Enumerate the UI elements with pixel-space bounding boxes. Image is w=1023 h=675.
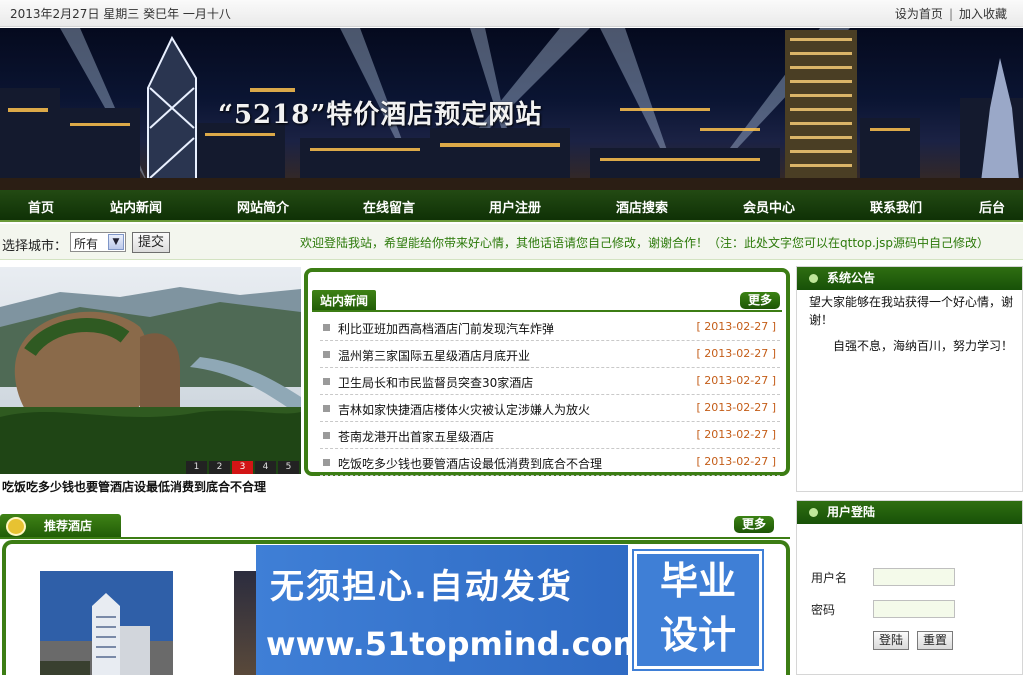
nav-item-member[interactable]: 会员中心 — [743, 197, 795, 216]
slideshow-image — [0, 267, 301, 474]
news-row[interactable]: 利比亚班加西高档酒店门前发现汽车炸弹 [ 2013-02-27 ] — [320, 314, 780, 341]
news-title: 站内新闻 — [312, 290, 377, 312]
slideshow-caption[interactable]: 吃饭吃多少钱也要管酒店设最低消费到底合不合理 — [2, 478, 266, 495]
banner: “5218”特价酒店预定网站 — [0, 28, 1023, 190]
slideshow-page-3[interactable]: 3 — [232, 461, 253, 474]
city-bar: 选择城市： 所有 ▼ 提交 欢迎登陆我站，希望能给你带来好心情，其他话语请您自己… — [0, 224, 1023, 260]
top-link-separator: | — [948, 7, 953, 21]
nav-item-hotel-search[interactable]: 酒店搜索 — [616, 197, 668, 216]
notice-bullet-icon — [809, 274, 818, 283]
main-nav: 首页 站内新闻 网站简介 在线留言 用户注册 酒店搜索 会员中心 联系我们 后台 — [0, 190, 1023, 222]
news-row-title[interactable]: 利比亚班加西高档酒店门前发现汽车炸弹 — [338, 320, 554, 337]
news-row-date: [ 2013-02-27 ] — [696, 401, 776, 414]
hotel-image[interactable] — [40, 571, 173, 675]
news-panel: 站内新闻 更多 利比亚班加西高档酒店门前发现汽车炸弹 [ 2013-02-27 ]… — [304, 268, 790, 476]
news-row-date: [ 2013-02-27 ] — [696, 320, 776, 333]
login-title: 用户登陆 — [827, 505, 876, 519]
news-divider — [312, 310, 782, 312]
recommend-title: 推荐酒店 — [44, 519, 93, 533]
notice-panel: 系统公告 望大家能够在我站获得一个好心情，谢谢！ 自强不息，海纳百川，努力学习！ — [796, 266, 1023, 492]
top-links: 设为首页 | 加入收藏 — [895, 5, 1007, 22]
recommend-tab: 推荐酒店 — [0, 514, 121, 539]
username-input[interactable] — [873, 568, 955, 586]
news-row-date: [ 2013-02-27 ] — [696, 374, 776, 387]
password-label: 密码 — [811, 603, 836, 617]
notice-line-2: 自强不息，海纳百川，努力学习！ — [833, 339, 1014, 353]
ad-url: www.51topmind.com — [266, 625, 646, 663]
reset-button[interactable]: 重置 — [917, 631, 954, 650]
nav-item-home[interactable]: 首页 — [28, 197, 54, 216]
bullet-icon — [323, 459, 330, 466]
login-button[interactable]: 登陆 — [873, 631, 910, 650]
ad-badge: 毕业 设计 — [632, 549, 764, 671]
news-row-title[interactable]: 吉林如家快捷酒店楼体火灾被认定涉嫌人为放火 — [338, 401, 590, 418]
ad-badge-line-1: 毕业 — [659, 559, 736, 603]
news-row-date: [ 2013-02-27 ] — [696, 347, 776, 360]
add-favorite-link[interactable]: 加入收藏 — [959, 7, 1007, 21]
news-row-title[interactable]: 卫生局长和市民监督员突查30家酒店 — [338, 374, 533, 391]
news-row[interactable]: 卫生局长和市民监督员突查30家酒店 [ 2013-02-27 ] — [320, 368, 780, 395]
bullet-icon — [323, 324, 330, 331]
bullet-icon — [323, 405, 330, 412]
login-panel: 用户登陆 用户名 密码 登陆 重置 — [796, 500, 1023, 675]
username-label: 用户名 — [811, 571, 848, 585]
news-list: 利比亚班加西高档酒店门前发现汽车炸弹 [ 2013-02-27 ] 温州第三家国际… — [320, 314, 780, 476]
news-row-date: [ 2013-02-27 ] — [696, 428, 776, 441]
nav-item-message[interactable]: 在线留言 — [363, 197, 415, 216]
slideshow-page-5[interactable]: 5 — [278, 461, 299, 474]
ad-badge-line-2: 设计 — [659, 613, 736, 657]
trophy-icon — [6, 517, 26, 536]
top-bar: 2013年2月27日 星期三 癸巳年 一月十八 设为首页 | 加入收藏 — [0, 0, 1023, 27]
login-header: 用户登陆 — [797, 501, 1022, 524]
bullet-icon — [323, 378, 330, 385]
slideshow-page-2[interactable]: 2 — [209, 461, 230, 474]
bullet-icon — [323, 351, 330, 358]
notice-line-1: 望大家能够在我站获得一个好心情，谢谢！ — [809, 295, 1014, 327]
welcome-marquee: 欢迎登陆我站，希望能给你带来好心情，其他话语请您自己修改，谢谢合作！（注：此处文… — [300, 236, 990, 250]
slideshow-page-1[interactable]: 1 — [186, 461, 207, 474]
login-bullet-icon — [809, 508, 818, 517]
notice-title: 系统公告 — [827, 271, 876, 285]
news-row[interactable]: 苍南龙港开出首家五星级酒店 [ 2013-02-27 ] — [320, 422, 780, 449]
chevron-down-icon[interactable]: ▼ — [108, 234, 124, 250]
password-input[interactable] — [873, 600, 955, 618]
recommend-more-button[interactable]: 更多 — [734, 516, 774, 533]
news-more-button[interactable]: 更多 — [740, 292, 780, 309]
city-select-value: 所有 — [74, 237, 99, 251]
recommend-divider — [0, 537, 790, 539]
slideshow-page-4[interactable]: 4 — [255, 461, 276, 474]
hotel-photo — [40, 571, 173, 675]
set-home-link[interactable]: 设为首页 — [895, 7, 943, 21]
city-submit-button[interactable]: 提交 — [132, 232, 170, 253]
ad-slogan: 无须担心.自动发货 — [270, 567, 573, 607]
nav-item-register[interactable]: 用户注册 — [489, 197, 541, 216]
news-row-date: [ 2013-02-27 ] — [696, 455, 776, 468]
news-row[interactable]: 温州第三家国际五星级酒店月底开业 [ 2013-02-27 ] — [320, 341, 780, 368]
recommend-header: 推荐酒店 更多 — [0, 514, 790, 539]
watermark-ad[interactable]: 无须担心.自动发货 www.51topmind.com 毕业 设计 — [256, 545, 766, 675]
date-display: 2013年2月27日 星期三 癸巳年 一月十八 — [10, 7, 231, 21]
news-row[interactable]: 吃饭吃多少钱也要管酒店设最低消费到底合不合理 [ 2013-02-27 ] — [320, 449, 780, 476]
nav-item-about[interactable]: 网站简介 — [237, 197, 289, 216]
nav-item-admin[interactable]: 后台 — [979, 197, 1005, 216]
ad-banner: 无须担心.自动发货 www.51topmind.com — [256, 545, 646, 675]
nav-item-contact[interactable]: 联系我们 — [870, 197, 922, 216]
news-row[interactable]: 吉林如家快捷酒店楼体火灾被认定涉嫌人为放火 [ 2013-02-27 ] — [320, 395, 780, 422]
news-row-title[interactable]: 温州第三家国际五星级酒店月底开业 — [338, 347, 530, 364]
nav-item-news[interactable]: 站内新闻 — [110, 197, 162, 216]
slideshow[interactable]: 1 2 3 4 5 — [0, 267, 301, 474]
city-label: 选择城市： — [2, 239, 68, 254]
slideshow-pager: 1 2 3 4 5 — [186, 461, 299, 474]
news-row-title[interactable]: 苍南龙港开出首家五星级酒店 — [338, 428, 494, 445]
site-title: “5218”特价酒店预定网站 — [218, 100, 543, 130]
notice-header: 系统公告 — [797, 267, 1022, 290]
bullet-icon — [323, 432, 330, 439]
news-row-title[interactable]: 吃饭吃多少钱也要管酒店设最低消费到底合不合理 — [338, 455, 602, 472]
city-select[interactable]: 所有 ▼ — [70, 232, 126, 252]
notice-text: 望大家能够在我站获得一个好心情，谢谢！ 自强不息，海纳百川，努力学习！ — [809, 293, 1017, 355]
